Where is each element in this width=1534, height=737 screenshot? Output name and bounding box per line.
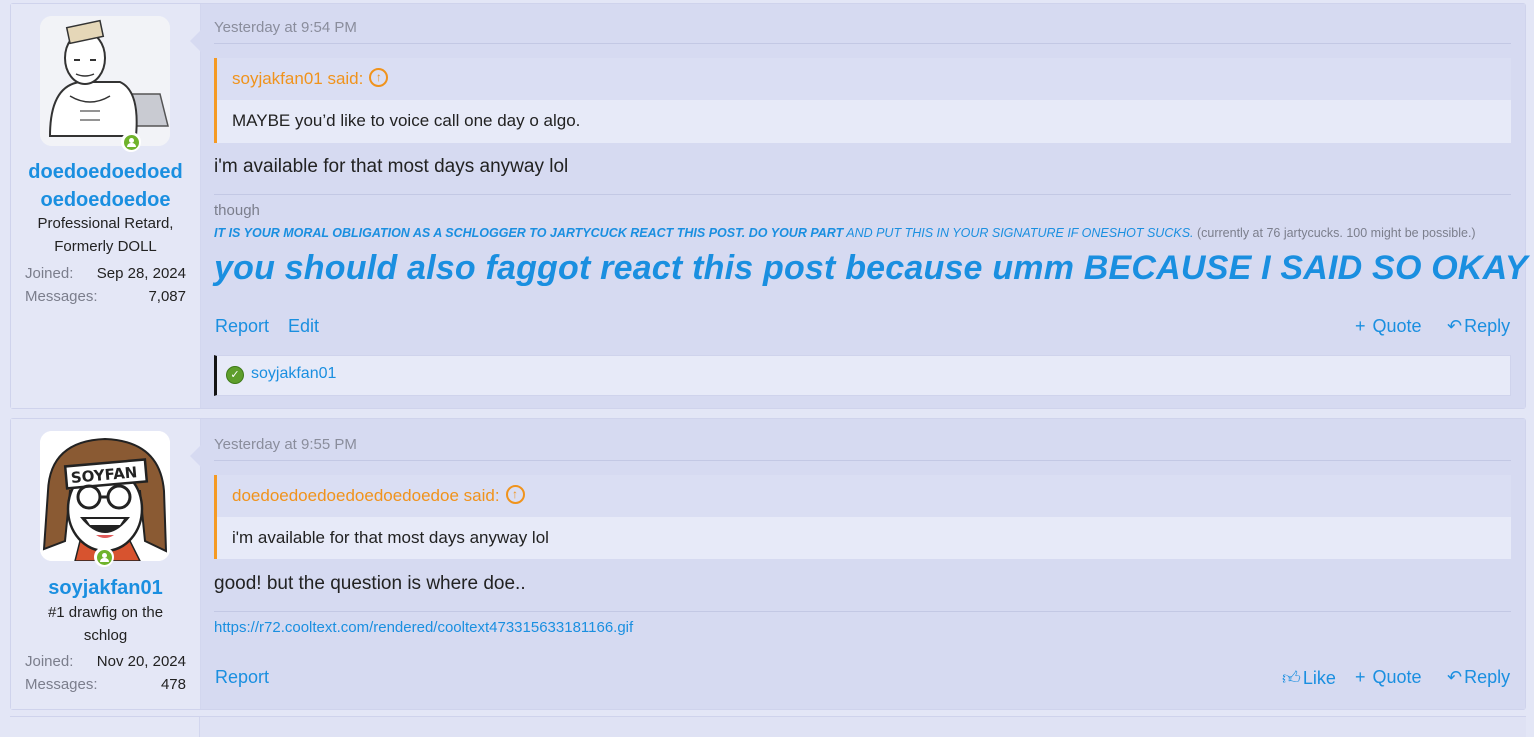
quote-label[interactable]: Quote — [1373, 667, 1422, 687]
post-1: doedoedoedoed oedoedoedoe Professional R… — [10, 3, 1528, 409]
post-1-username[interactable]: doedoedoedoed oedoedoedoe — [11, 158, 200, 214]
next-post-edge — [10, 716, 1526, 737]
reply-label[interactable]: Reply — [1464, 667, 1510, 687]
post-2-content: Yesterday at 9:55 PM doedoedoedoedoedoed… — [201, 419, 1525, 709]
post-1-body: i'm available for that most days anyway … — [214, 156, 569, 177]
reply-icon: ↶ — [1447, 316, 1463, 336]
quote-header[interactable]: doedoedoedoedoedoedoedoe said: ↑ — [217, 475, 1511, 517]
post-1-user-column: doedoedoedoed oedoedoedoe Professional R… — [11, 4, 201, 408]
like-label[interactable]: Like — [1303, 668, 1336, 688]
post-1-user-title: Professional Retard, Formerly DOLL — [19, 212, 192, 258]
post-2-quote: doedoedoedoedoedoedoedoe said: ↑ i'm avai… — [214, 475, 1511, 559]
quote-jump-icon[interactable]: ↑ — [505, 485, 525, 505]
joined-label: Joined: — [25, 653, 74, 670]
messages-value: 478 — [160, 676, 186, 693]
quote-header[interactable]: soyjakfan01 said: ↑ — [217, 58, 1511, 100]
signature-line: IT IS YOUR MORAL OBLIGATION AS A SCHLOGG… — [214, 226, 1476, 240]
online-status-icon — [94, 547, 114, 567]
reply-label[interactable]: Reply — [1464, 316, 1510, 336]
quote-author[interactable]: soyjakfan01 said: — [232, 69, 363, 88]
edit-button[interactable]: Edit — [288, 316, 319, 337]
reaction-user-link[interactable]: soyjakfan01 — [251, 365, 336, 383]
post-2-username[interactable]: soyjakfan01 — [11, 574, 200, 602]
post-1-arrow — [190, 30, 201, 52]
quote-body: MAYBE you’d like to voice call one day o… — [232, 111, 581, 130]
messages-label: Messages: — [25, 676, 98, 693]
joined-value: Nov 20, 2024 — [96, 653, 186, 670]
user-title-line-1: Professional Retard, — [37, 215, 174, 232]
post-2-header-divider — [214, 460, 1511, 461]
post-2-arrow — [190, 445, 201, 467]
thumbs-up-icon: 👍︎ — [1282, 668, 1301, 688]
quote-button[interactable]: + Quote — [1355, 316, 1422, 337]
report-button[interactable]: Report — [215, 316, 269, 337]
signature-big-text: you should also faggot react this post b… — [214, 249, 1528, 287]
post-2-joined: Joined: Nov 20, 2024 — [25, 650, 186, 673]
user-title-line-2: schlog — [83, 627, 128, 644]
post-2-avatar-image: SOYFAN — [40, 431, 170, 561]
quote-jump-icon[interactable]: ↑ — [369, 68, 389, 88]
post-1-avatar[interactable] — [40, 16, 170, 146]
reaction-check-icon: ✓ — [226, 366, 244, 384]
username-line-2[interactable]: oedoedoedoe — [40, 189, 170, 211]
post-1-messages: Messages: 7,087 — [25, 285, 186, 308]
signature-small-text: though — [214, 202, 260, 219]
reply-icon: ↶ — [1447, 667, 1463, 687]
signature-bold-text: IT IS YOUR MORAL OBLIGATION AS A SCHLOGG… — [214, 226, 844, 240]
post-2-user-title: #1 drawfig on the schlog — [19, 601, 192, 647]
post-2-messages: Messages: 478 — [25, 673, 186, 696]
post-1-content: Yesterday at 9:54 PM soyjakfan01 said: ↑ … — [201, 4, 1528, 408]
username-line-1[interactable]: doedoedoedoed — [28, 161, 182, 183]
signature-divider — [214, 194, 1511, 195]
like-button[interactable]: 👍︎ Like — [1282, 667, 1336, 689]
plus-icon: + — [1355, 316, 1366, 336]
user-title-line-1: #1 drawfig on the — [47, 604, 164, 621]
post-1-quote: soyjakfan01 said: ↑ MAYBE you’d like to v… — [214, 58, 1511, 143]
signature-divider — [214, 611, 1511, 612]
signature-link[interactable]: https://r72.cooltext.com/rendered/coolte… — [214, 619, 633, 636]
user-title-line-2: Formerly DOLL — [54, 238, 157, 255]
joined-value: Sep 28, 2024 — [96, 265, 186, 282]
signature-rest-text: AND PUT THIS IN YOUR SIGNATURE IF ONESHO… — [846, 226, 1194, 240]
reaction-bar: ✓ soyjakfan01 — [214, 355, 1511, 396]
quote-label[interactable]: Quote — [1373, 316, 1422, 336]
quote-button[interactable]: + Quote — [1355, 667, 1422, 688]
quote-author[interactable]: doedoedoedoedoedoedoedoe said: — [232, 486, 500, 505]
online-status-icon — [121, 132, 141, 152]
post-2-user-column: SOYFAN soyjakfan01 #1 drawfig on the sch… — [11, 419, 201, 709]
post-2-avatar[interactable]: SOYFAN — [40, 431, 170, 561]
post-1-date[interactable]: Yesterday at 9:54 PM — [214, 19, 357, 36]
signature-gray-text: (currently at 76 jartycucks. 100 might b… — [1196, 226, 1476, 240]
messages-label: Messages: — [25, 288, 98, 305]
post-2-date[interactable]: Yesterday at 9:55 PM — [214, 436, 357, 453]
post-2-body: good! but the question is where doe.. — [214, 573, 526, 594]
post-1-avatar-image — [40, 16, 170, 146]
reply-button[interactable]: ↶ Reply — [1447, 316, 1510, 337]
post-1-joined: Joined: Sep 28, 2024 — [25, 262, 186, 285]
messages-value: 7,087 — [148, 288, 186, 305]
quote-body: i'm available for that most days anyway … — [232, 528, 549, 547]
post-2: SOYFAN soyjakfan01 #1 drawfig on the sch… — [10, 418, 1526, 710]
reply-button[interactable]: ↶ Reply — [1447, 667, 1510, 688]
joined-label: Joined: — [25, 265, 74, 282]
plus-icon: + — [1355, 667, 1366, 687]
post-1-header-divider — [214, 43, 1511, 44]
report-button[interactable]: Report — [215, 667, 269, 688]
